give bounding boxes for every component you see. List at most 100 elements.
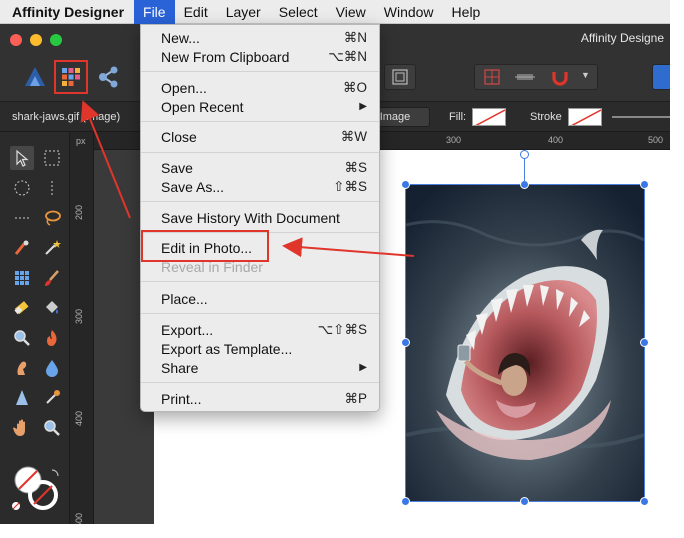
- zoom-magnifier-icon: [44, 420, 60, 436]
- menu-item-print[interactable]: Print... ⌘P: [141, 389, 379, 409]
- sharpen-tool[interactable]: [10, 386, 34, 410]
- menu-item-export-as-template[interactable]: Export as Template...: [141, 339, 379, 359]
- column-marquee-tool[interactable]: [40, 176, 64, 200]
- menu-item-save-history[interactable]: Save History With Document: [141, 208, 379, 228]
- designer-persona-icon: [25, 67, 45, 86]
- move-tool[interactable]: [10, 146, 34, 170]
- no-stroke-icon: [571, 109, 601, 125]
- row-marquee-icon: [15, 217, 29, 219]
- menu-item-open[interactable]: Open... ⌘O: [141, 78, 379, 98]
- fill-tool[interactable]: [40, 296, 64, 320]
- color-swatches[interactable]: [10, 460, 62, 512]
- export-persona-icon: [99, 66, 118, 88]
- rectangle-marquee-icon: [44, 150, 60, 166]
- magnifier-icon: [14, 330, 30, 346]
- lasso-tool[interactable]: [40, 206, 64, 230]
- menu-separator: [141, 382, 379, 383]
- stroke-swatch[interactable]: [568, 108, 602, 126]
- ruler-unit: px: [76, 136, 86, 146]
- menu-separator: [141, 152, 379, 153]
- chevron-down-icon[interactable]: ▼: [581, 70, 590, 80]
- menu-item-open-recent[interactable]: Open Recent ▶: [141, 97, 379, 117]
- menu-separator: [141, 313, 379, 314]
- menu-item-save[interactable]: Save ⌘S: [141, 158, 379, 178]
- blur-tool[interactable]: [40, 356, 64, 380]
- menu-item-place[interactable]: Place...: [141, 289, 379, 309]
- ellipse-marquee-icon: [14, 180, 30, 196]
- menu-item-close[interactable]: Close ⌘W: [141, 127, 379, 147]
- menu-layer[interactable]: Layer: [217, 0, 270, 24]
- ruler-tick: 400: [548, 135, 564, 145]
- selection-brush-icon: [14, 240, 29, 255]
- erase-brush-tool[interactable]: [10, 296, 34, 320]
- resize-handle-right[interactable]: [640, 338, 649, 347]
- rotation-handle-stem: [524, 158, 525, 184]
- fill-swatch[interactable]: [472, 108, 506, 126]
- fill-label: Fill:: [449, 111, 467, 123]
- tools-panel: [0, 132, 70, 524]
- menu-edit[interactable]: Edit: [175, 0, 217, 24]
- menu-item-new[interactable]: New... ⌘N: [141, 28, 379, 48]
- minimize-window-button[interactable]: [30, 34, 42, 46]
- page-edge: [670, 0, 684, 538]
- resize-handle-bottom-left[interactable]: [401, 497, 410, 506]
- snapping-options-button[interactable]: [384, 64, 416, 90]
- resize-handle-top-right[interactable]: [640, 180, 649, 189]
- zoom-window-button[interactable]: [50, 34, 62, 46]
- zoom-tool[interactable]: [40, 416, 64, 440]
- resize-handle-bottom-right[interactable]: [640, 497, 649, 506]
- selection-bounding-box: [405, 184, 645, 502]
- stroke-width-slider[interactable]: [612, 116, 670, 118]
- pixel-tool[interactable]: [10, 266, 34, 290]
- lasso-icon: [45, 210, 61, 226]
- paint-brush-tool[interactable]: [40, 266, 64, 290]
- menu-window[interactable]: Window: [375, 0, 443, 24]
- menu-view[interactable]: View: [327, 0, 375, 24]
- eraser-icon: [14, 301, 29, 315]
- marquee-tool[interactable]: [40, 146, 64, 170]
- menu-item-share[interactable]: Share ▶: [141, 358, 379, 378]
- smudge-tool[interactable]: [10, 356, 34, 380]
- menu-file[interactable]: File: [134, 0, 175, 24]
- view-tool[interactable]: [10, 416, 34, 440]
- resize-handle-left[interactable]: [401, 338, 410, 347]
- fill-stroke-swatch-icon: [12, 466, 59, 510]
- submenu-arrow-icon: ▶: [359, 101, 367, 112]
- menu-help[interactable]: Help: [443, 0, 490, 24]
- rotation-handle[interactable]: [520, 150, 529, 159]
- designer-persona-button[interactable]: [18, 60, 52, 94]
- menu-item-save-as[interactable]: Save As... ⇧⌘S: [141, 177, 379, 197]
- toolbar-blue-button[interactable]: [652, 64, 670, 90]
- vertical-ruler: px 200 300 400 500: [70, 132, 94, 524]
- magnet-icon[interactable]: [549, 68, 571, 86]
- export-persona-button[interactable]: [92, 60, 126, 94]
- resize-handle-top-left[interactable]: [401, 180, 410, 189]
- ruler-tick: 300: [74, 308, 84, 324]
- menu-select[interactable]: Select: [270, 0, 327, 24]
- align-icon[interactable]: [513, 68, 537, 86]
- submenu-arrow-icon: ▶: [359, 362, 367, 373]
- close-window-button[interactable]: [10, 34, 22, 46]
- menu-item-new-from-clipboard[interactable]: New From Clipboard ⌥⌘N: [141, 47, 379, 67]
- pixel-persona-button[interactable]: [54, 60, 88, 94]
- row-marquee-tool[interactable]: [10, 206, 34, 230]
- flame-icon: [47, 330, 57, 346]
- ruler-tick: 500: [74, 512, 84, 524]
- no-fill-icon: [475, 109, 505, 125]
- ruler-tick: 300: [446, 135, 462, 145]
- zoom-view-tool[interactable]: [10, 326, 34, 350]
- menu-separator: [141, 201, 379, 202]
- menu-separator: [141, 281, 379, 282]
- magic-wand-icon: [45, 240, 61, 255]
- magic-wand-tool[interactable]: [40, 236, 64, 260]
- pixel-grid-icon: [15, 271, 29, 285]
- resize-handle-bottom[interactable]: [520, 497, 529, 506]
- app-menu[interactable]: Affinity Designer: [0, 4, 134, 20]
- burn-tool[interactable]: [40, 326, 64, 350]
- grid-icon[interactable]: [481, 68, 503, 86]
- color-picker-tool[interactable]: [40, 386, 64, 410]
- menu-separator: [141, 71, 379, 72]
- brush-selection-tool[interactable]: [10, 236, 34, 260]
- menu-item-export[interactable]: Export... ⌥⇧⌘S: [141, 320, 379, 340]
- ellipse-marquee-tool[interactable]: [10, 176, 34, 200]
